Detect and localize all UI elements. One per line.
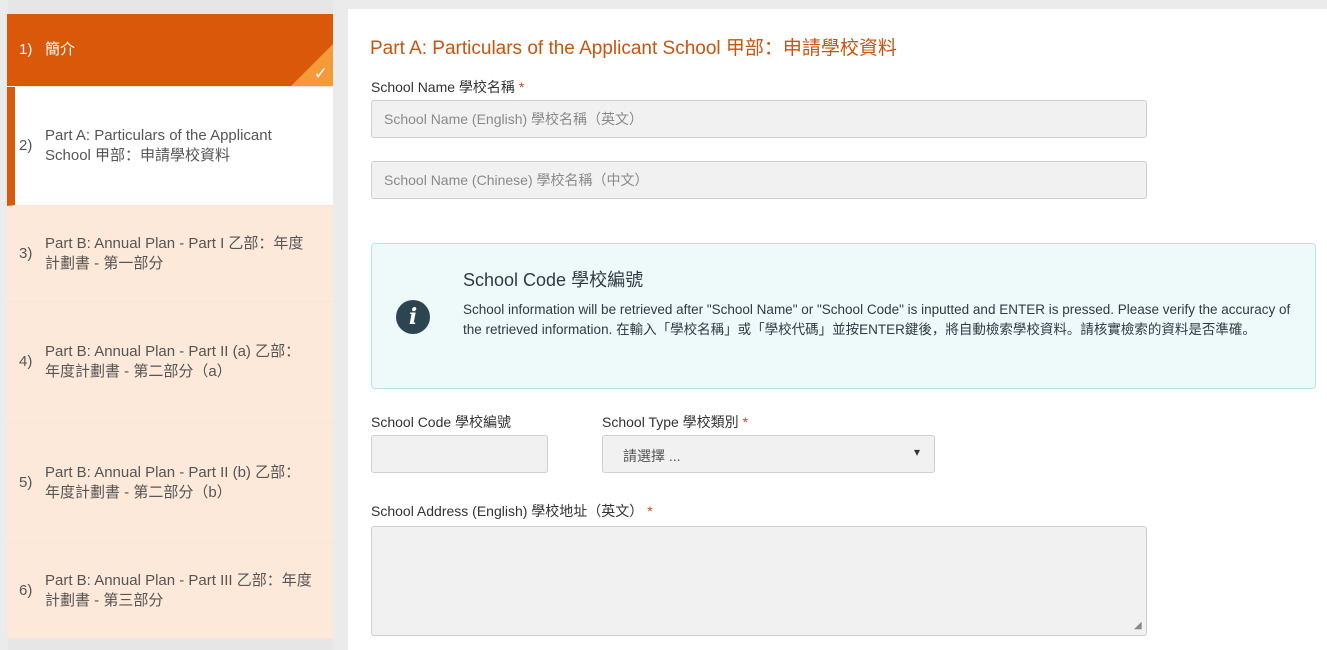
school-code-label: School Code 學校編號 — [371, 414, 512, 430]
chevron-down-icon: ▾ — [913, 445, 920, 459]
info-title: School Code 學校編號 — [463, 270, 644, 290]
step-label: Part B: Annual Plan - Part II (a) 乙部：年度計… — [45, 343, 301, 380]
step-label: Part B: Annual Plan - Part III 乙部：年度計劃書 … — [45, 571, 312, 609]
school-type-selected-value: 請選擇 ... — [623, 448, 681, 464]
step-label: Part B: Annual Plan - Part II (b) 乙部：年度計… — [45, 463, 301, 501]
school-code-input[interactable] — [371, 435, 548, 473]
address-english-textarea[interactable] — [371, 526, 1147, 636]
step-number: 2) — [19, 137, 33, 154]
step-number: 1) — [19, 41, 33, 58]
step-label: 簡介 — [45, 41, 76, 58]
step-intro[interactable]: 1) 簡介 ✓ — [7, 14, 333, 87]
address-english-label-text: School Address (English) 學校地址（英文） — [371, 503, 644, 519]
step-label: Part A: Particulars of the Applicant Sch… — [45, 127, 272, 164]
school-name-english-input[interactable] — [371, 100, 1147, 138]
step-part-b-2b[interactable]: 5) Part B: Annual Plan - Part II (b) 乙部：… — [7, 423, 333, 543]
school-name-label-text: School Name 學校名稱 — [371, 79, 515, 95]
step-number: 5) — [19, 473, 33, 491]
school-name-chinese-input[interactable] — [371, 161, 1147, 199]
page-title: Part A: Particulars of the Applicant Sch… — [370, 38, 897, 59]
step-label: Part B: Annual Plan - Part I 乙部：年度計劃書 - … — [45, 234, 304, 272]
info-body: School information will be retrieved aft… — [463, 302, 1291, 337]
required-marker: * — [742, 414, 749, 430]
address-english-label: School Address (English) 學校地址（英文） * — [371, 501, 653, 521]
school-code-info-box: i School Code 學校編號 School information wi… — [371, 243, 1316, 389]
step-part-a[interactable]: 2) Part A: Particulars of the Applicant … — [7, 87, 333, 206]
info-icon: i — [396, 300, 430, 334]
step-part-b-1[interactable]: 3) Part B: Annual Plan - Part I 乙部：年度計劃書… — [7, 206, 333, 302]
school-type-select[interactable]: 請選擇 ... ▾ — [602, 435, 935, 473]
step-part-b-2a[interactable]: 4) Part B: Annual Plan - Part II (a) 乙部：… — [7, 302, 333, 423]
form-panel: Part A: Particulars of the Applicant Sch… — [348, 9, 1327, 650]
resize-handle-icon[interactable]: ◢ — [1134, 621, 1142, 631]
school-type-label: School Type 學校類別 * — [602, 412, 748, 432]
required-marker: * — [518, 79, 525, 95]
step-number: 3) — [19, 244, 33, 262]
school-name-label: School Name 學校名稱 * — [371, 77, 524, 97]
school-type-label-text: School Type 學校類別 — [602, 414, 739, 430]
required-marker: * — [647, 503, 653, 519]
step-part-b-3[interactable]: 6) Part B: Annual Plan - Part III 乙部：年度計… — [7, 543, 333, 639]
step-number: 4) — [19, 353, 33, 370]
check-icon: ✓ — [313, 64, 328, 83]
step-number: 6) — [19, 581, 33, 599]
